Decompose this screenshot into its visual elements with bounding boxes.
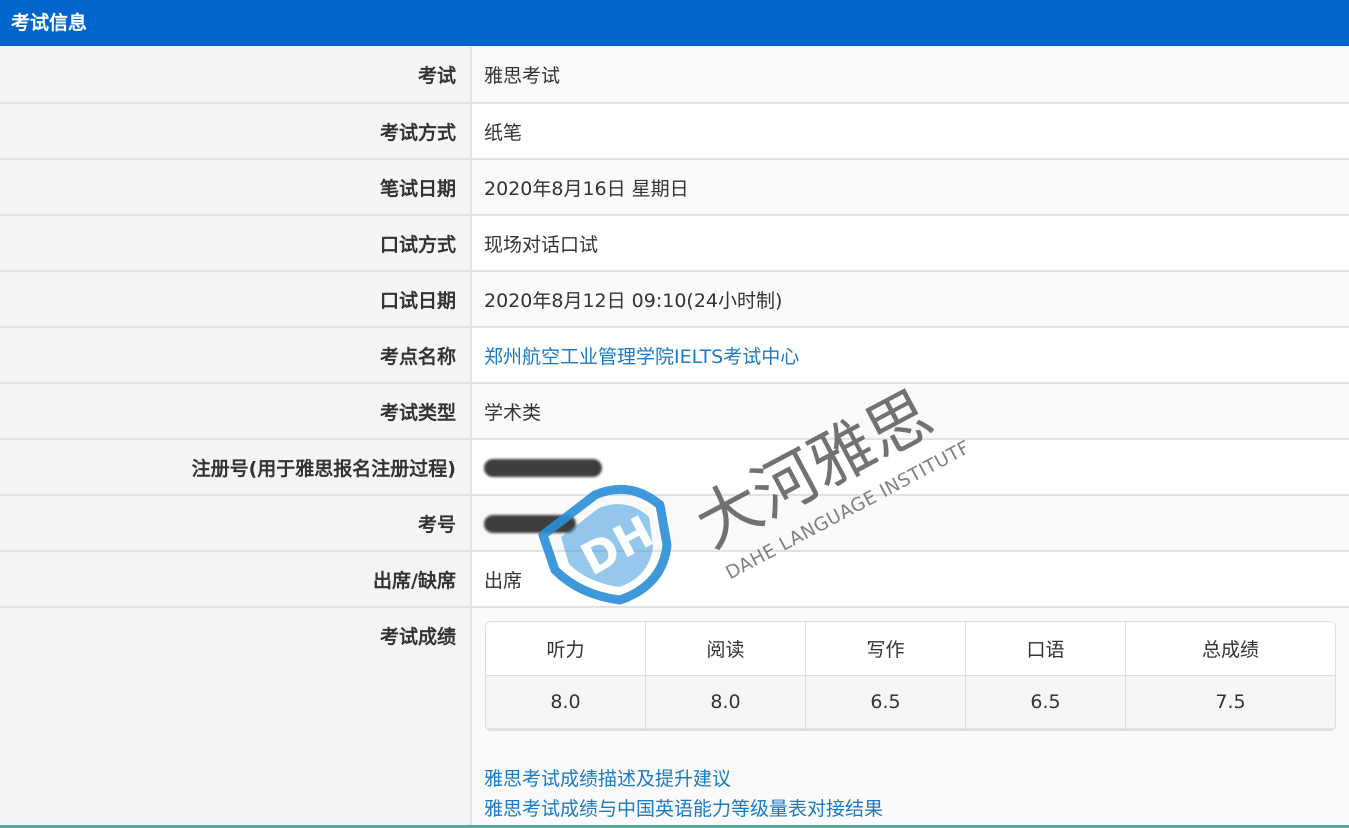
row-written-date: 笔试日期 2020年8月16日 星期日: [0, 159, 1349, 216]
score-listening: 8.0: [486, 676, 646, 730]
score-speaking: 6.5: [966, 676, 1126, 730]
score-writing: 6.5: [806, 676, 966, 730]
redacted-registration-number: [484, 458, 602, 477]
row-value: 纸笔: [471, 103, 1349, 160]
score-links: 雅思考试成绩描述及提升建议 雅思考试成绩与中国英语能力等级量表对接结果: [484, 764, 1348, 824]
section-title: 考试信息: [11, 12, 88, 34]
row-label: 笔试日期: [0, 159, 472, 216]
row-label: 出席/缺席: [0, 551, 472, 608]
score-description-link[interactable]: 雅思考试成绩描述及提升建议: [484, 764, 1348, 794]
row-speaking-date: 口试日期 2020年8月12日 09:10(24小时制): [0, 271, 1349, 328]
row-value: 雅思考试: [471, 47, 1349, 104]
row-label: 考试: [0, 47, 472, 104]
test-center-link[interactable]: 郑州航空工业管理学院IELTS考试中心: [484, 346, 799, 368]
row-label: 口试日期: [0, 271, 472, 328]
row-label: 考号: [0, 495, 472, 552]
score-header-reading: 阅读: [646, 622, 806, 676]
score-overall: 7.5: [1126, 676, 1335, 730]
score-header-listening: 听力: [486, 622, 646, 676]
scores-header-row: 听力 阅读 写作 口语 总成绩: [486, 622, 1335, 676]
scores-value-row: 8.0 8.0 6.5 6.5 7.5: [486, 676, 1335, 730]
row-exam: 考试 雅思考试: [0, 47, 1349, 104]
row-value: 出席: [471, 551, 1349, 608]
score-header-overall: 总成绩: [1126, 622, 1335, 676]
score-header-writing: 写作: [806, 622, 966, 676]
row-value: 2020年8月12日 09:10(24小时制): [471, 271, 1349, 328]
row-scores: 考试成绩 听力 阅读 写作 口语 总成绩 8.0 8.0 6.5 6.5 7.5: [0, 607, 1349, 825]
exam-info-table: 考试 雅思考试 考试方式 纸笔 笔试日期 2020年8月16日 星期日 口试方式…: [0, 47, 1349, 825]
row-candidate-number: 考号: [0, 495, 1349, 552]
row-value: 学术类: [471, 383, 1349, 440]
scores-table: 听力 阅读 写作 口语 总成绩 8.0 8.0 6.5 6.5 7.5: [485, 621, 1336, 731]
score-header-speaking: 口语: [966, 622, 1126, 676]
row-registration-number: 注册号(用于雅思报名注册过程): [0, 439, 1349, 496]
row-label: 考试方式: [0, 103, 472, 160]
section-header: 考试信息: [0, 0, 1349, 46]
cse-mapping-link[interactable]: 雅思考试成绩与中国英语能力等级量表对接结果: [484, 794, 1348, 824]
row-label: 考点名称: [0, 327, 472, 384]
row-label: 考试成绩: [0, 607, 472, 825]
row-exam-mode: 考试方式 纸笔: [0, 103, 1349, 160]
row-test-center: 考点名称 郑州航空工业管理学院IELTS考试中心: [0, 327, 1349, 384]
row-label: 注册号(用于雅思报名注册过程): [0, 439, 472, 496]
row-label: 口试方式: [0, 215, 472, 272]
row-speaking-mode: 口试方式 现场对话口试: [0, 215, 1349, 272]
row-label: 考试类型: [0, 383, 472, 440]
row-value: 现场对话口试: [471, 215, 1349, 272]
redacted-candidate-number: [484, 514, 576, 533]
row-value: 2020年8月16日 星期日: [471, 159, 1349, 216]
row-attendance: 出席/缺席 出席: [0, 551, 1349, 608]
score-reading: 8.0: [646, 676, 806, 730]
row-exam-type: 考试类型 学术类: [0, 383, 1349, 440]
